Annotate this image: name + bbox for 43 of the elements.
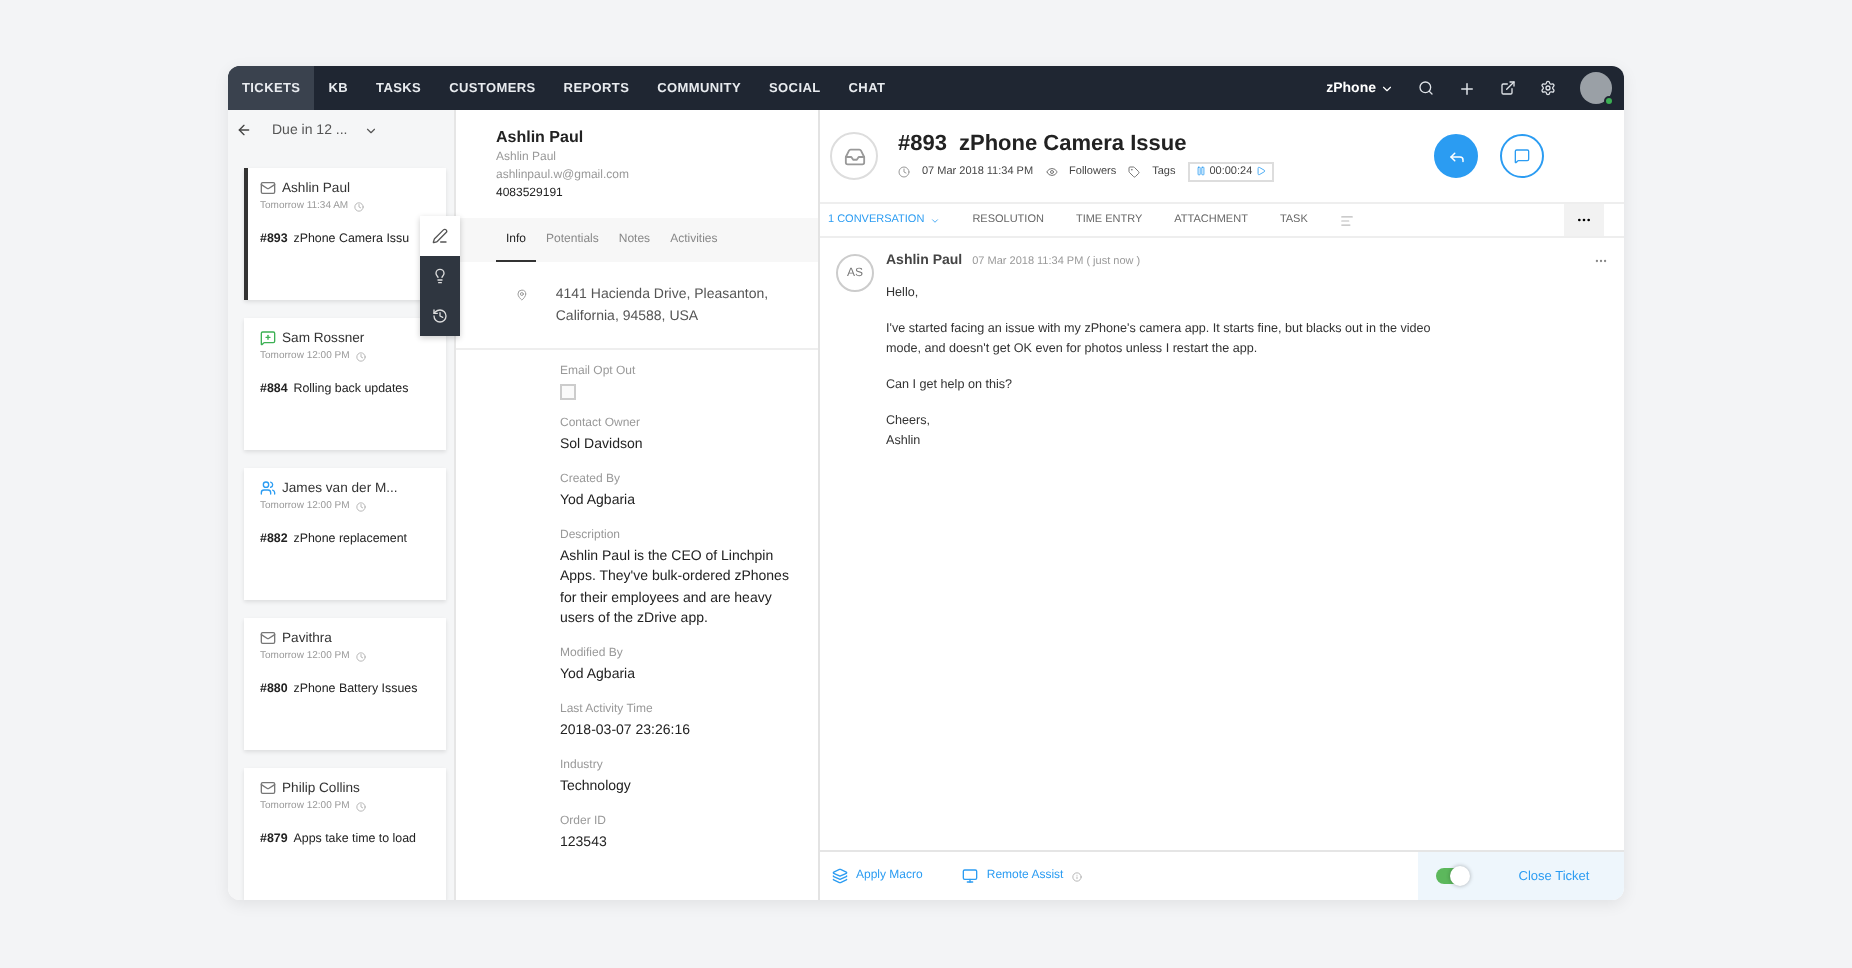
caret-icon (363, 123, 378, 137)
ticket-title: zPhone Camera Issue (958, 131, 1187, 155)
clock-icon (355, 501, 366, 511)
reply-icon (1447, 147, 1465, 165)
user-avatar[interactable] (1580, 72, 1612, 104)
email-opt-out-checkbox[interactable] (560, 384, 576, 400)
clock-icon (355, 801, 366, 811)
clock-icon (355, 351, 366, 361)
people-icon (260, 480, 276, 496)
tag-icon (1128, 165, 1141, 177)
caret-icon (930, 215, 941, 225)
monitor-icon (962, 868, 979, 884)
info-icon (1071, 871, 1082, 881)
external-link-icon[interactable] (1500, 80, 1516, 96)
reply-button[interactable] (1434, 134, 1478, 178)
pen-icon (432, 228, 448, 244)
clock-icon (354, 201, 365, 211)
search-icon[interactable] (1418, 80, 1434, 96)
ticket-number: #893 (898, 131, 947, 155)
clock-icon (898, 165, 910, 177)
lightbulb-button[interactable] (420, 256, 460, 296)
contact-name: Ashlin Paul (496, 128, 586, 146)
envelope-icon (260, 630, 276, 646)
plus-icon[interactable] (1458, 79, 1476, 97)
layers-icon (832, 868, 848, 884)
lightbulb-icon (432, 268, 448, 284)
comment-button[interactable] (1500, 134, 1544, 178)
more-icon[interactable] (1594, 254, 1608, 268)
eye-icon (1045, 165, 1058, 177)
location-pin-icon (516, 286, 528, 304)
history-icon (432, 308, 448, 324)
toggle-switch[interactable] (1435, 868, 1467, 884)
history-button[interactable] (420, 296, 460, 336)
envelope-icon (260, 180, 276, 196)
clock-icon (355, 651, 366, 661)
settings-icon[interactable] (1540, 80, 1556, 96)
edit-button[interactable] (420, 216, 460, 256)
caret-icon (1380, 81, 1394, 95)
envelope-icon (260, 780, 276, 796)
back-arrow-icon[interactable] (236, 122, 252, 138)
comment-icon (1514, 148, 1530, 164)
ticket-channel-icon (830, 132, 878, 180)
chat-icon (260, 330, 276, 346)
